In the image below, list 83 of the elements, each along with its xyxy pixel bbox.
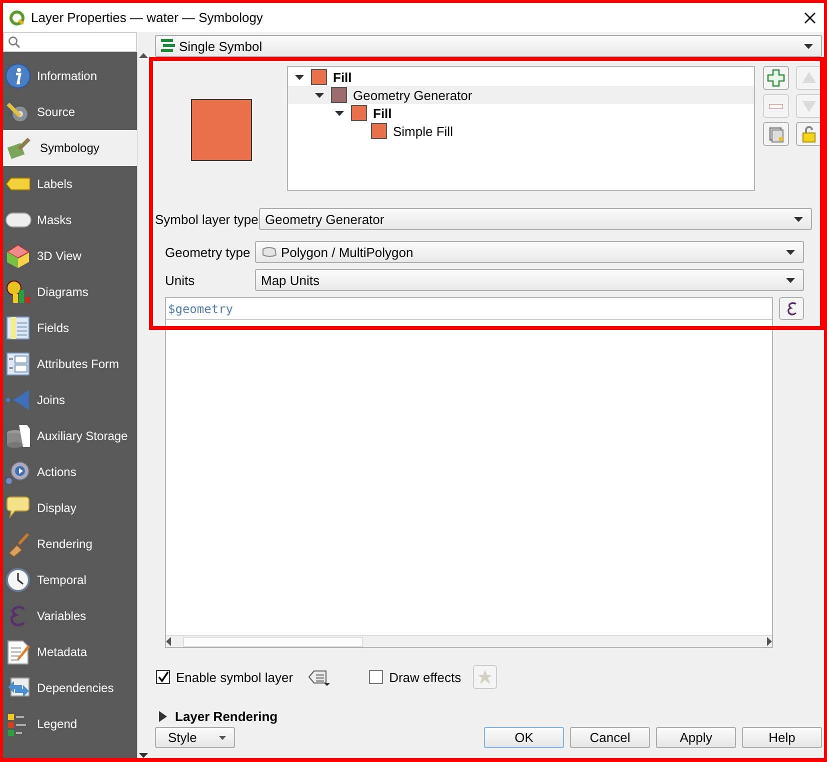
expand-arrow-icon <box>159 710 167 722</box>
renderer-icon <box>161 38 175 54</box>
sidebar-item[interactable]: Actions <box>3 454 137 490</box>
sidebar-item[interactable]: Auxiliary Storage <box>3 418 137 454</box>
cube-icon <box>5 242 32 270</box>
tree-row[interactable]: Fill <box>288 104 754 122</box>
gear-play-icon <box>5 458 32 486</box>
checkbox[interactable]: Draw effects <box>369 670 462 684</box>
sidebar-item[interactable]: Joins <box>3 382 137 418</box>
caret-icon <box>794 216 803 222</box>
search-field[interactable] <box>3 32 137 52</box>
duplicate-icon <box>767 125 785 143</box>
unlocked-padlock-icon <box>800 125 818 143</box>
polygon-icon <box>261 246 277 258</box>
tree-row[interactable]: Geometry Generator <box>288 86 754 104</box>
scroll-down-icon[interactable] <box>138 753 148 758</box>
sidebar-item[interactable]: Dependencies <box>3 670 137 706</box>
scroll-right-icon[interactable] <box>767 637 772 646</box>
form-icon <box>5 350 32 378</box>
dialog-button[interactable]: Help <box>742 727 822 748</box>
dialog-button[interactable]: Cancel <box>570 727 650 748</box>
expand-caret-icon[interactable] <box>294 74 304 80</box>
sidebar-item[interactable]: Labels <box>3 166 137 202</box>
expression-text: $geometry <box>166 298 772 320</box>
app-logo-icon <box>9 10 25 26</box>
sidebar-item[interactable]: Masks <box>3 202 137 238</box>
plus-icon <box>767 69 785 87</box>
scrollbar[interactable] <box>137 53 148 758</box>
clock-icon <box>5 566 32 594</box>
database-icon <box>5 422 32 450</box>
caret-icon <box>786 250 795 254</box>
sidebar-item[interactable]: Variables <box>3 598 137 634</box>
field-label: Units <box>165 272 196 288</box>
expand-caret-icon[interactable] <box>314 92 324 98</box>
field-label: Geometry type <box>165 244 251 260</box>
dialog-button[interactable]: Apply <box>656 727 736 748</box>
section-header[interactable]: Layer Rendering <box>155 707 822 725</box>
tool-button[interactable] <box>763 122 789 146</box>
window-title: Layer Properties — water — Symbology <box>31 10 264 25</box>
sidebar-item[interactable]: Temporal <box>3 562 137 598</box>
sidebar-item[interactable]: Rendering <box>3 526 137 562</box>
horizontal-scrollbar[interactable] <box>166 635 772 647</box>
caret-icon <box>804 44 813 48</box>
sidebar-item[interactable]: 3D View <box>3 238 137 274</box>
sidebar-item[interactable]: Attributes Form <box>3 346 137 382</box>
search-icon <box>8 36 20 48</box>
data-defined-icon[interactable] <box>307 668 332 686</box>
caret-icon <box>786 278 795 282</box>
tree-row[interactable]: Fill <box>288 68 754 86</box>
renderer-dropdown[interactable]: Single Symbol <box>155 35 822 57</box>
caret-icon <box>219 736 226 740</box>
expression-editor[interactable]: $geometry <box>165 297 773 648</box>
scroll-left-icon[interactable] <box>166 637 171 646</box>
tool-button[interactable] <box>763 66 789 90</box>
paintbrush-icon <box>5 134 32 162</box>
star-icon <box>477 669 494 685</box>
sidebar-item[interactable]: Display <box>3 490 137 526</box>
document-pencil-icon <box>5 638 32 666</box>
sidebar-item[interactable]: Legend <box>3 706 137 742</box>
table-icon <box>5 314 32 342</box>
scroll-up-icon[interactable] <box>138 53 148 58</box>
dropdown[interactable]: Polygon / MultiPolygon <box>255 241 804 263</box>
sidebar-item[interactable]: Diagrams <box>3 274 137 310</box>
epsilon-icon <box>784 300 798 316</box>
close-icon[interactable] <box>804 12 816 24</box>
minus-icon <box>769 104 783 108</box>
dropdown[interactable]: Map Units <box>255 269 804 291</box>
sidebar-item[interactable]: Information <box>3 58 137 94</box>
dropdown[interactable]: Geometry Generator <box>259 208 812 230</box>
sidebar-item[interactable]: Symbology <box>3 130 137 166</box>
sidebar-item[interactable]: Metadata <box>3 634 137 670</box>
tree-row[interactable]: Simple Fill <box>288 122 754 140</box>
expression-button[interactable] <box>779 297 804 320</box>
checkmark-icon <box>157 671 169 683</box>
info-icon <box>5 62 32 90</box>
sidebar-item[interactable]: Source <box>3 94 137 130</box>
tool-button[interactable] <box>796 122 822 146</box>
dialog-button[interactable]: OK <box>484 727 564 748</box>
menu-button[interactable]: Style <box>155 727 235 748</box>
chart-icon <box>5 278 32 306</box>
checkbox[interactable]: Enable symbol layer <box>156 670 294 684</box>
expand-caret-icon[interactable] <box>334 110 344 116</box>
sidebar-item[interactable]: Fields <box>3 310 137 346</box>
